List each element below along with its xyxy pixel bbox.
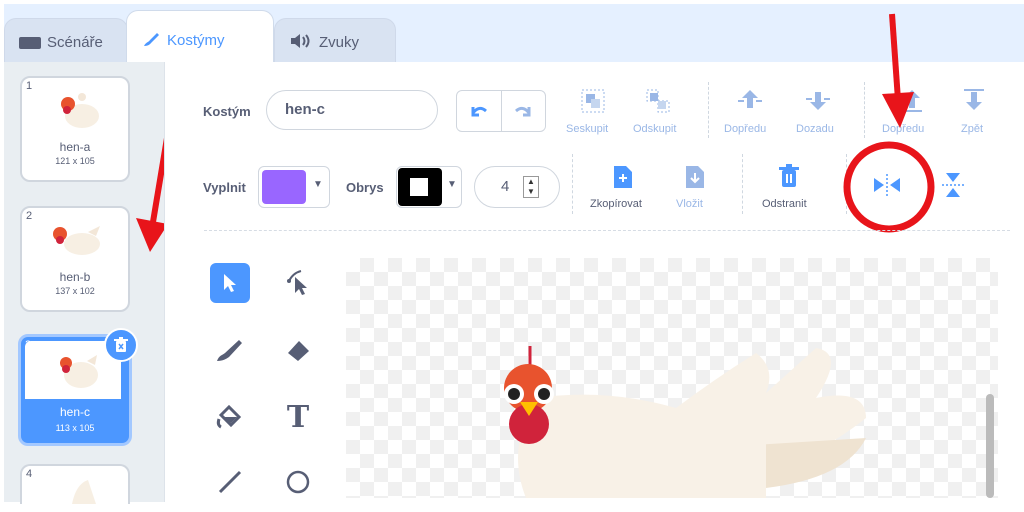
- ungroup-icon: [646, 89, 670, 113]
- back-button[interactable]: Zpět: [961, 123, 983, 135]
- costume-number: 4: [26, 468, 33, 480]
- line-icon: [218, 470, 242, 494]
- costume-number: 3: [25, 339, 32, 351]
- costume-name: hen-c: [59, 405, 91, 419]
- tab-code-label: Scénáře: [47, 34, 103, 51]
- paste-button[interactable]: Vložit: [676, 198, 703, 210]
- text-icon: T: [286, 399, 310, 435]
- costume-name: hen-a: [59, 140, 91, 154]
- tab-code[interactable]: Scénáře: [4, 18, 128, 66]
- copy-icon: [614, 166, 632, 188]
- circle-tool[interactable]: [278, 462, 318, 502]
- group-button[interactable]: Seskupit: [566, 123, 608, 135]
- toolbar-divider: [204, 230, 1010, 231]
- outline-swatch-inner: [410, 178, 428, 196]
- text-tool[interactable]: T: [278, 397, 318, 437]
- outline-width-value: 4: [501, 178, 510, 195]
- eraser-tool[interactable]: [278, 330, 318, 370]
- arrow-cursor-icon: [224, 274, 236, 292]
- costume-item-4[interactable]: 4: [20, 464, 130, 504]
- chevron-down-icon: ▼: [447, 179, 457, 190]
- fill-color-picker[interactable]: ▼: [258, 166, 330, 208]
- separator: [742, 154, 743, 214]
- costume-item-1[interactable]: 1 hen-a 121 x 105: [20, 76, 130, 182]
- back-icon: [964, 89, 984, 110]
- tab-sounds[interactable]: Zvuky: [274, 18, 396, 66]
- tab-costumes-label: Kostýmy: [167, 32, 225, 49]
- paintbrush-icon: [141, 30, 161, 52]
- paste-icon: [686, 166, 704, 188]
- annotation-arrow-circle: [843, 13, 935, 233]
- fill-swatch: [262, 170, 306, 204]
- drawing-canvas[interactable]: [346, 258, 998, 498]
- undo-icon: [471, 106, 487, 117]
- paint-bucket-icon: [216, 404, 242, 429]
- canvas-scrollbar[interactable]: [986, 394, 994, 498]
- hen-thumbnail-icon: [72, 480, 96, 504]
- redo-icon: [515, 106, 531, 117]
- tab-sounds-label: Zvuky: [319, 34, 360, 51]
- costume-size: 113 x 105: [55, 423, 95, 433]
- hen-costume-drawing: [504, 346, 866, 498]
- paintbrush-icon: [217, 340, 242, 361]
- hen-thumbnail-icon: [53, 226, 100, 255]
- fill-tool[interactable]: [210, 397, 250, 437]
- trash-icon: [114, 337, 128, 352]
- line-tool[interactable]: [210, 462, 250, 502]
- backward-button[interactable]: Dozadu: [796, 123, 834, 135]
- circle-icon: [286, 470, 310, 494]
- speaker-icon: [289, 33, 313, 53]
- costume-item-2[interactable]: 2 hen-b 137 x 102: [20, 206, 130, 312]
- copy-button[interactable]: Zkopírovat: [590, 198, 642, 210]
- group-icon: [581, 89, 605, 113]
- costume-size: 137 x 102: [55, 286, 95, 296]
- reshape-icon: [287, 270, 307, 295]
- ungroup-button[interactable]: Odskupit: [633, 123, 676, 135]
- redo-button[interactable]: [501, 91, 545, 131]
- forward-icon: [738, 90, 762, 108]
- outline-width-input[interactable]: 4 ▲ ▼: [474, 166, 560, 208]
- outline-color-picker[interactable]: ▼: [396, 166, 462, 208]
- costume-size: 121 x 105: [55, 156, 95, 166]
- select-tool[interactable]: [210, 263, 250, 303]
- undo-redo-group: [456, 90, 546, 132]
- undo-button[interactable]: [457, 91, 502, 131]
- reshape-tool[interactable]: [278, 263, 318, 303]
- stepper-arrows-icon[interactable]: ▲ ▼: [523, 176, 539, 198]
- eraser-icon: [288, 341, 309, 361]
- separator: [708, 82, 709, 138]
- costume-number: 1: [26, 80, 33, 92]
- trash-icon: [779, 164, 799, 187]
- tab-costumes[interactable]: Kostýmy: [126, 10, 274, 70]
- code-icon: [19, 36, 41, 49]
- forward-button[interactable]: Dopředu: [724, 123, 766, 135]
- delete-button[interactable]: Odstranit: [762, 198, 807, 210]
- separator: [572, 154, 573, 214]
- chevron-down-icon: ▼: [313, 179, 323, 190]
- costume-name-input[interactable]: hen-c: [266, 90, 438, 130]
- costume-name-value: hen-c: [285, 101, 326, 118]
- outline-label: Obrys: [346, 180, 384, 195]
- hen-thumbnail-icon: [60, 355, 98, 388]
- hen-thumbnail-icon: [61, 93, 99, 128]
- delete-costume-button[interactable]: [104, 328, 138, 362]
- costume-name-label: Kostým: [203, 104, 251, 119]
- outline-swatch: [398, 168, 442, 206]
- costume-number: 2: [26, 210, 33, 222]
- fill-label: Vyplnit: [203, 180, 246, 195]
- brush-tool[interactable]: [210, 330, 250, 370]
- costume-name: hen-b: [59, 270, 91, 284]
- backward-icon: [806, 92, 830, 110]
